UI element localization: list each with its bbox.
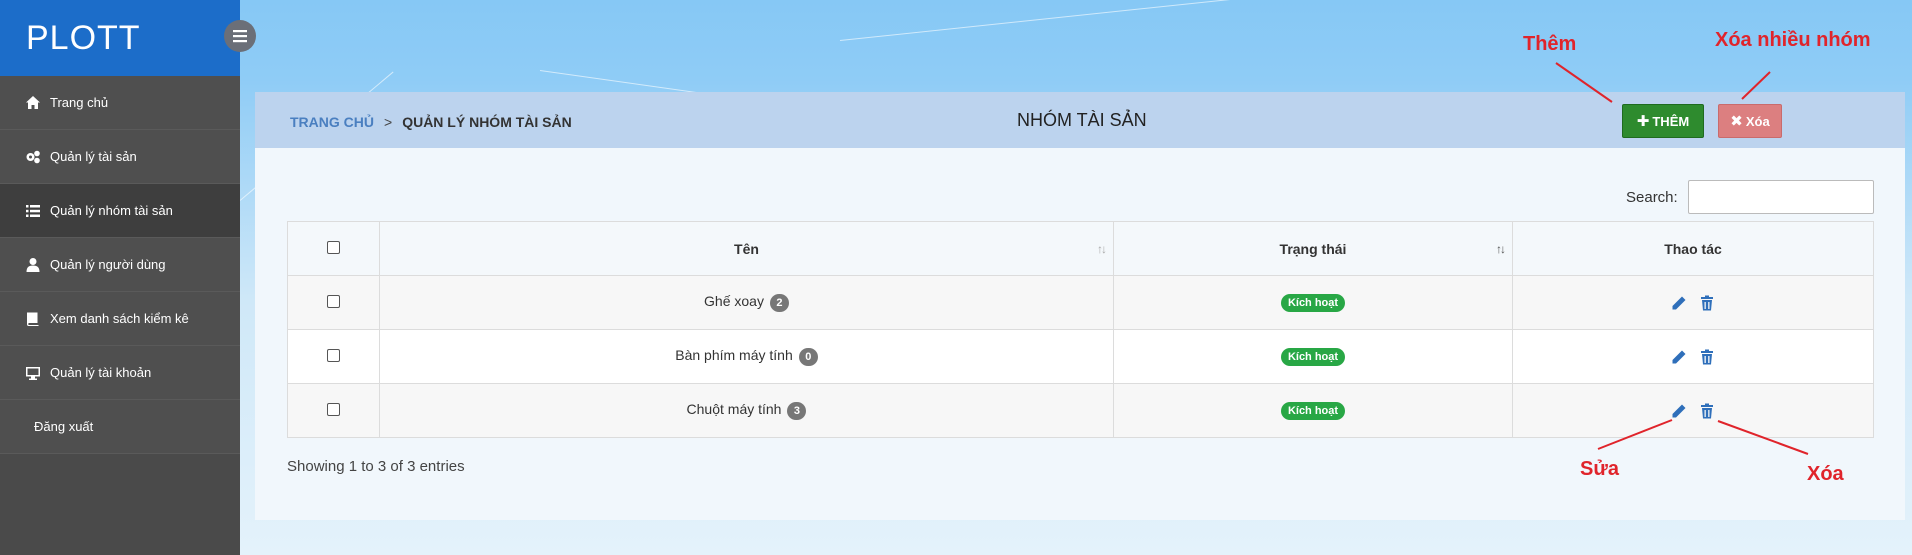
actions-cell	[1512, 383, 1874, 438]
table-info: Showing 1 to 3 of 3 entries	[287, 458, 465, 475]
sidebar-item-label: Quản lý tài sản	[50, 149, 137, 164]
annotation-delete: Xóa	[1807, 463, 1844, 485]
hamburger-icon	[233, 30, 247, 43]
actions-cell	[1512, 329, 1874, 384]
delete-selected-button[interactable]: ✖ Xóa	[1718, 104, 1782, 138]
column-header-label: Trạng thái	[1279, 240, 1347, 257]
count-badge: 0	[798, 347, 818, 366]
background-streak	[839, 0, 1338, 41]
sidebar-item-inventory[interactable]: Xem danh sách kiểm kê	[0, 292, 240, 346]
group-name: Ghế xoay	[704, 293, 764, 310]
sidebar-item-assets[interactable]: Quản lý tài sản	[0, 130, 240, 184]
sidebar-item-label: Quản lý tài khoản	[50, 365, 152, 380]
count-badge: 2	[769, 293, 789, 312]
edit-icon[interactable]	[1671, 403, 1687, 419]
sidebar-item-accounts[interactable]: Quản lý tài khoản	[0, 346, 240, 400]
plus-icon: ✚	[1636, 113, 1650, 130]
status-badge: Kích hoạt	[1280, 402, 1346, 420]
sidebar-item-label: Trang chủ	[50, 95, 109, 110]
table-row: Chuột máy tính 3 Kích hoạt	[287, 383, 1874, 438]
close-icon: ✖	[1730, 113, 1743, 130]
add-button-label: THÊM	[1652, 113, 1690, 129]
breadcrumb-separator: >	[384, 114, 393, 130]
menu-toggle-button[interactable]	[224, 20, 256, 52]
monitor-icon	[24, 364, 42, 382]
book-icon	[24, 310, 42, 328]
delete-button-label: Xóa	[1745, 113, 1770, 129]
edit-icon[interactable]	[1671, 349, 1687, 365]
search-label: Search:	[1626, 189, 1678, 206]
sidebar-item-label: Quản lý nhóm tài sản	[50, 203, 173, 218]
column-header-actions: Thao tác	[1512, 221, 1874, 276]
content-panel: Search: Tên ↑↓ Trạng thái ↑↓ Thao tác Ghế …	[255, 148, 1905, 520]
sidebar-item-label: Xem danh sách kiểm kê	[50, 311, 189, 326]
breadcrumb-home-link[interactable]: TRANG CHỦ	[290, 114, 374, 130]
page-header: TRANG CHỦ > QUẢN LÝ NHÓM TÀI SẢN NHÓM TÀI …	[255, 92, 1905, 148]
row-checkbox[interactable]	[327, 294, 340, 308]
column-header-label: Tên	[734, 240, 759, 257]
row-checkbox[interactable]	[327, 402, 340, 416]
row-checkbox[interactable]	[327, 348, 340, 362]
add-button[interactable]: ✚ THÊM	[1622, 104, 1704, 138]
sidebar-nav: Trang chủ Quản lý tài sản Quản lý nhóm t…	[0, 76, 240, 454]
sidebar-item-asset-groups[interactable]: Quản lý nhóm tài sản	[0, 184, 240, 238]
annotation-add: Thêm	[1523, 33, 1577, 55]
status-badge: Kích hoạt	[1280, 294, 1346, 312]
annotation-delete-many: Xóa nhiều nhóm	[1715, 29, 1871, 51]
page-title: NHÓM TÀI SẢN	[1017, 110, 1147, 130]
column-header-status[interactable]: Trạng thái ↑↓	[1113, 221, 1513, 276]
status-cell: Kích hoạt	[1113, 275, 1513, 330]
gears-icon	[24, 148, 42, 166]
breadcrumb-current: QUẢN LÝ NHÓM TÀI SẢN	[402, 114, 572, 130]
sort-icon: ↑↓	[1097, 242, 1107, 256]
sidebar-item-logout[interactable]: Đăng xuất	[0, 400, 240, 454]
count-badge: 3	[787, 401, 807, 420]
edit-icon[interactable]	[1671, 295, 1687, 311]
actions-cell	[1512, 275, 1874, 330]
sidebar-item-users[interactable]: Quản lý người dùng	[0, 238, 240, 292]
breadcrumb: TRANG CHỦ > QUẢN LÝ NHÓM TÀI SẢN	[290, 114, 572, 130]
select-all-cell	[287, 221, 380, 276]
sidebar-item-home[interactable]: Trang chủ	[0, 76, 240, 130]
asset-group-table: Tên ↑↓ Trạng thái ↑↓ Thao tác Ghế xoay 2 Kí…	[287, 221, 1874, 438]
search-input[interactable]	[1688, 180, 1874, 214]
sidebar-item-label: Quản lý người dùng	[50, 257, 166, 272]
trash-icon[interactable]	[1699, 403, 1715, 419]
brand-title: PLOTT	[26, 18, 141, 57]
trash-icon[interactable]	[1699, 295, 1715, 311]
annotation-edit: Sửa	[1580, 458, 1619, 480]
list-icon	[24, 202, 42, 220]
status-cell: Kích hoạt	[1113, 329, 1513, 384]
sidebar: PLOTT Trang chủ Quản lý tài sản Quản lý …	[0, 0, 240, 555]
name-cell: Chuột máy tính 3	[379, 383, 1114, 438]
sort-icon: ↑↓	[1496, 242, 1506, 256]
brand-header: PLOTT	[0, 0, 240, 76]
row-select-cell	[287, 329, 380, 384]
table-header-row: Tên ↑↓ Trạng thái ↑↓ Thao tác	[287, 221, 1874, 276]
table-row: Bàn phím máy tính 0 Kích hoạt	[287, 329, 1874, 384]
column-header-name[interactable]: Tên ↑↓	[379, 221, 1114, 276]
status-cell: Kích hoạt	[1113, 383, 1513, 438]
status-badge: Kích hoạt	[1280, 348, 1346, 366]
home-icon	[24, 94, 42, 112]
trash-icon[interactable]	[1699, 349, 1715, 365]
name-cell: Bàn phím máy tính 0	[379, 329, 1114, 384]
user-icon	[24, 256, 42, 274]
main-content: TRANG CHỦ > QUẢN LÝ NHÓM TÀI SẢN NHÓM TÀI …	[240, 0, 1912, 555]
group-name: Bàn phím máy tính	[675, 347, 793, 364]
sidebar-item-label: Đăng xuất	[34, 419, 94, 434]
select-all-checkbox[interactable]	[327, 240, 340, 254]
name-cell: Ghế xoay 2	[379, 275, 1114, 330]
row-select-cell	[287, 383, 380, 438]
table-row: Ghế xoay 2 Kích hoạt	[287, 275, 1874, 330]
group-name: Chuột máy tính	[686, 401, 782, 418]
row-select-cell	[287, 275, 380, 330]
